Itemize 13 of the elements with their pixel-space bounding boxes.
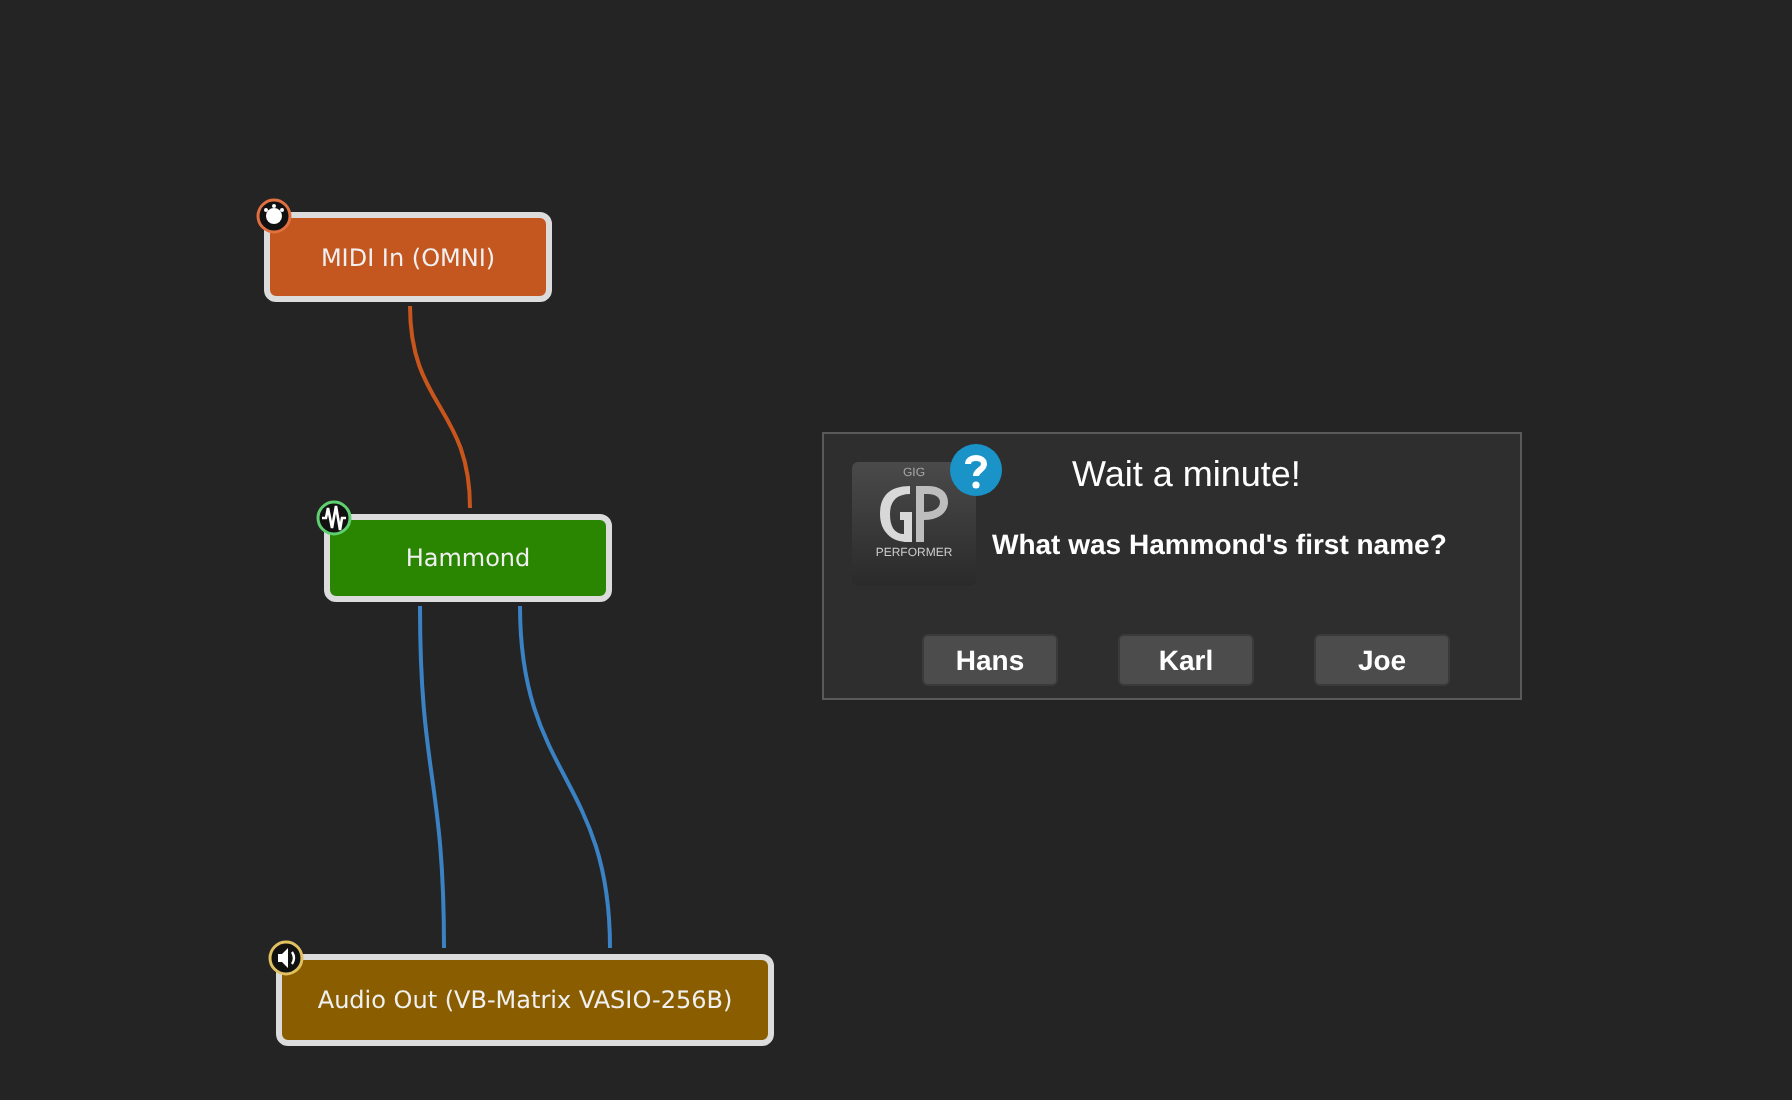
node-block[interactable]: Audio Out (VB-Matrix VASIO-256B) bbox=[276, 954, 774, 1046]
waveform-icon bbox=[316, 500, 352, 536]
help-icon bbox=[948, 442, 1004, 498]
answer-button[interactable]: Karl bbox=[1118, 634, 1254, 686]
speaker-icon bbox=[268, 940, 304, 976]
answer-button[interactable]: Hans bbox=[922, 634, 1058, 686]
dialog-message: What was Hammond's first name? bbox=[992, 528, 1447, 560]
dialog-title: Wait a minute! bbox=[1072, 454, 1301, 496]
node-block[interactable]: MIDI In (OMNI) bbox=[264, 212, 552, 302]
answer-button[interactable]: Joe bbox=[1314, 634, 1450, 686]
logo-mark-icon bbox=[874, 480, 954, 548]
midi-port-icon bbox=[256, 198, 292, 234]
node-block[interactable]: Hammond bbox=[324, 514, 612, 602]
